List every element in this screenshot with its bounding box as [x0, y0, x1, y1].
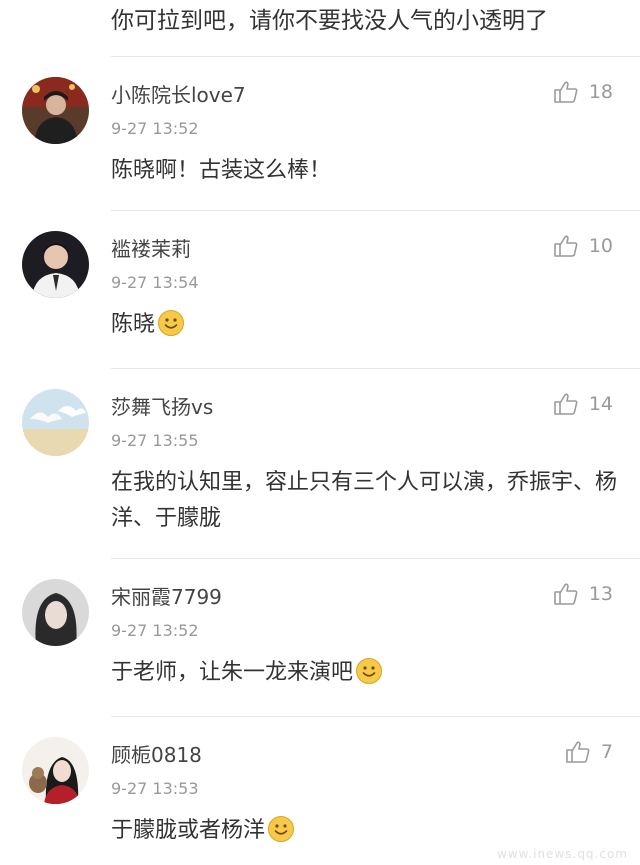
username[interactable]: 莎舞飞扬vs — [111, 391, 213, 420]
like-button[interactable]: 13 — [553, 581, 613, 607]
comment-text: 陈晓 — [111, 307, 621, 343]
comment-item: 莎舞飞扬vs 9-27 13:55 在我的认知里，容止只有三个人可以演，乔振宇、… — [0, 369, 640, 557]
timestamp: 9-27 13:52 — [111, 621, 199, 640]
avatar[interactable] — [22, 579, 89, 646]
like-button[interactable]: 14 — [553, 391, 613, 417]
username[interactable]: 顾栀0818 — [111, 739, 202, 768]
like-count: 7 — [600, 741, 613, 763]
watermark: www.inews.qq.com — [496, 847, 628, 861]
comment-item: 顾栀0818 9-27 13:53 于朦胧或者杨洋 7 — [0, 717, 640, 865]
previous-comment-text: 你可拉到吧，请你不要找没人气的小透明了 — [111, 8, 548, 34]
thumbs-up-icon — [554, 583, 578, 605]
comment-text: 于老师，让朱一龙来演吧 — [111, 655, 621, 691]
comment-item: 小陈院长love7 9-27 13:52 陈晓啊！古装这么棒！ 18 — [0, 57, 640, 209]
timestamp: 9-27 13:53 — [111, 779, 199, 798]
like-button[interactable]: 7 — [565, 739, 613, 765]
smile-emoji-icon — [356, 658, 383, 684]
like-count: 10 — [588, 235, 613, 257]
avatar[interactable] — [22, 389, 89, 456]
like-button[interactable]: 10 — [553, 233, 613, 259]
like-count: 14 — [588, 393, 613, 415]
thumbs-up-icon — [554, 235, 578, 257]
thumbs-up-icon — [554, 81, 578, 103]
comment-item: 褴褛茉莉 9-27 13:54 陈晓 10 — [0, 211, 640, 367]
smile-emoji-icon — [268, 816, 295, 842]
timestamp: 9-27 13:55 — [111, 431, 199, 450]
thumbs-up-icon — [554, 393, 578, 415]
thumbs-up-icon — [566, 741, 590, 763]
like-count: 18 — [588, 81, 613, 103]
comment-text: 于朦胧或者杨洋 — [111, 813, 621, 849]
smile-emoji-icon — [158, 310, 185, 336]
like-button[interactable]: 18 — [553, 79, 613, 105]
like-count: 13 — [588, 583, 613, 605]
username[interactable]: 小陈院长love7 — [111, 79, 246, 108]
comment-text: 在我的认知里，容止只有三个人可以演，乔振宇、杨洋、于朦胧 — [111, 470, 618, 531]
timestamp: 9-27 13:54 — [111, 273, 199, 292]
avatar[interactable] — [22, 77, 89, 144]
username[interactable]: 宋丽霞7799 — [111, 581, 222, 610]
avatar[interactable] — [22, 231, 89, 298]
comment-item: 宋丽霞7799 9-27 13:52 于老师，让朱一龙来演吧 13 — [0, 559, 640, 715]
timestamp: 9-27 13:52 — [111, 119, 199, 138]
avatar[interactable] — [22, 737, 89, 804]
username[interactable]: 褴褛茉莉 — [111, 233, 191, 262]
comment-text: 陈晓啊！古装这么棒！ — [111, 158, 332, 183]
